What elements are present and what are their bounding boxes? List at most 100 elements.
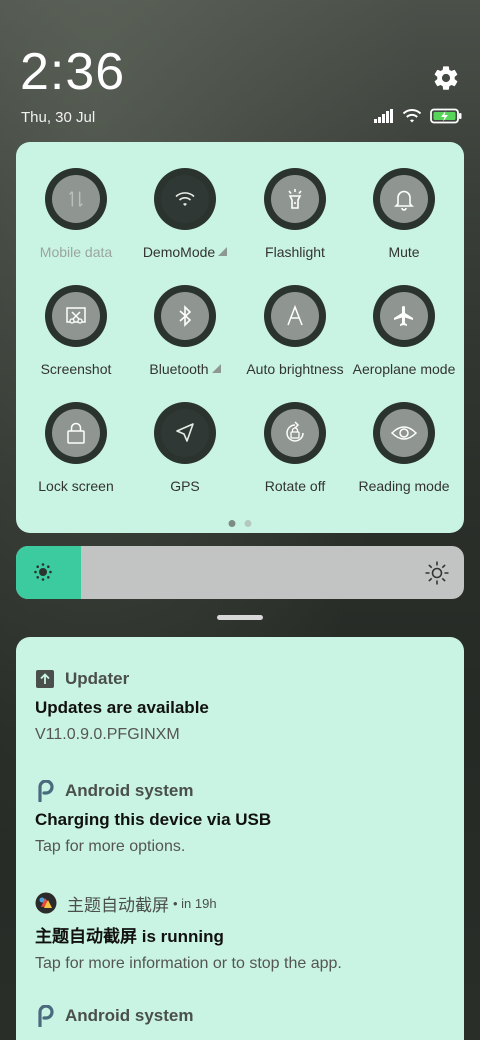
tile-flashlight[interactable]: Flashlight (240, 168, 350, 260)
tile-label: Reading mode (358, 478, 450, 494)
tile-button (45, 285, 107, 347)
tile-button (154, 168, 216, 230)
notification-app-name: 主题自动截屏 (67, 895, 169, 915)
page-indicator (228, 520, 252, 527)
tile-button (154, 402, 216, 464)
tile-label: GPS (170, 478, 200, 494)
eye-icon (390, 426, 418, 440)
tile-label: Mute (388, 244, 420, 260)
notification-time: • in 19h (173, 895, 217, 911)
quick-settings-row: Lock screen GPS Rotate off Reading mode (16, 402, 464, 502)
notification-title: Updates are available (35, 698, 209, 717)
android-p-icon (38, 1005, 54, 1027)
brightness-high-icon (425, 561, 449, 585)
notification-text: V11.0.9.0.PFGINXM (35, 726, 180, 743)
tile-button (154, 285, 216, 347)
tile-lock-screen[interactable]: Lock screen (21, 402, 131, 494)
tile-mute[interactable]: Mute (349, 168, 459, 260)
tile-label: Aeroplane mode (352, 361, 456, 377)
notification-text: Tap for more options. (35, 838, 186, 855)
drag-handle[interactable] (217, 615, 263, 620)
mobile-data-icon (69, 191, 83, 207)
notification-header: Android system (35, 1004, 455, 1028)
notification-updater[interactable]: Updater Updates are available V11.0.9.0.… (35, 667, 455, 744)
tile-rotate-off[interactable]: Rotate off (240, 402, 350, 494)
tile-button (45, 402, 107, 464)
upload-arrow-icon (36, 670, 54, 688)
settings-gear-icon[interactable] (432, 64, 460, 92)
tile-label: Mobile data (39, 244, 113, 260)
notification-title: Charging this device via USB (35, 810, 272, 829)
tile-button (45, 168, 107, 230)
notification-android-usb[interactable]: Android system Charging this device via … (35, 779, 455, 856)
clock[interactable]: 2:36 (20, 42, 125, 102)
screenshot-icon (66, 307, 86, 324)
notification-header: Updater (35, 667, 455, 691)
lock-icon (67, 422, 85, 444)
notification-header: Android system (35, 779, 455, 803)
bluetooth-icon (179, 305, 192, 327)
notification-header: 主题自动截屏 • in 19h (35, 891, 455, 915)
tile-screenshot[interactable]: Screenshot (21, 285, 131, 377)
notification-title: 主题自动截屏 is running (35, 927, 224, 946)
tile-face (271, 409, 319, 457)
bell-icon (394, 190, 414, 211)
tile-demomode[interactable]: DemoMode (130, 168, 240, 260)
quick-settings-row: Mobile data DemoMode Flashlight Mute (16, 168, 464, 268)
tile-button (264, 168, 326, 230)
rotation-lock-icon (286, 421, 304, 442)
expand-triangle-icon (211, 364, 221, 373)
tile-face (52, 292, 100, 340)
tile-label: Rotate off (264, 478, 326, 494)
tile-face (271, 175, 319, 223)
tile-face (161, 292, 209, 340)
aeroplane-icon (394, 306, 413, 326)
tile-button (373, 402, 435, 464)
tile-reading-mode[interactable]: Reading mode (349, 402, 459, 494)
tile-bluetooth[interactable]: Bluetooth (130, 285, 240, 377)
tile-face (52, 175, 100, 223)
tile-button (264, 285, 326, 347)
wifi-icon (402, 108, 422, 129)
tile-auto-brightness[interactable]: Auto brightness (240, 285, 350, 377)
tile-button (373, 285, 435, 347)
notification-theme-screenshot[interactable]: 主题自动截屏 • in 19h 主题自动截屏 is running Tap fo… (35, 891, 455, 973)
tile-label: Flashlight (265, 244, 325, 260)
tile-label: Auto brightness (246, 361, 344, 377)
tile-face (380, 409, 428, 457)
notification-panel: Updater Updates are available V11.0.9.0.… (16, 637, 464, 1040)
tile-face (52, 409, 100, 457)
notification-app-name: Updater (65, 669, 130, 688)
tile-face (161, 409, 209, 457)
page-dot[interactable] (244, 520, 252, 527)
status-icons (374, 108, 462, 129)
flashlight-icon (288, 189, 302, 209)
tile-label: DemoMode (142, 244, 216, 260)
battery-charging-icon (430, 108, 462, 129)
wifi-icon (175, 192, 195, 206)
page-dot-active[interactable] (228, 520, 236, 527)
signal-icon (374, 109, 394, 128)
notification-text: Tap for more information or to stop the … (35, 955, 342, 972)
android-p-icon (38, 780, 54, 802)
tile-label-wrap: DemoMode (130, 244, 240, 260)
tile-button (264, 402, 326, 464)
notification-app-name: Android system (65, 781, 194, 800)
auto-brightness-icon (287, 304, 303, 326)
tile-label: Bluetooth (149, 361, 209, 377)
brightness-slider[interactable] (16, 546, 464, 599)
tile-face (271, 292, 319, 340)
tile-aeroplane-mode[interactable]: Aeroplane mode (349, 285, 459, 377)
brightness-low-icon (34, 563, 52, 581)
tile-face (380, 175, 428, 223)
quick-settings-panel: Mobile data DemoMode Flashlight Mute Scr… (16, 142, 464, 533)
tile-button (373, 168, 435, 230)
notification-android-system[interactable]: Android system (35, 1004, 455, 1028)
tile-gps[interactable]: GPS (130, 402, 240, 494)
app-theme-icon (35, 892, 57, 914)
date[interactable]: Thu, 30 Jul (21, 109, 95, 126)
tile-mobile-data[interactable]: Mobile data (21, 168, 131, 260)
tile-label-wrap: Bluetooth (130, 361, 240, 377)
tile-face (380, 292, 428, 340)
tile-label: Lock screen (38, 478, 114, 494)
